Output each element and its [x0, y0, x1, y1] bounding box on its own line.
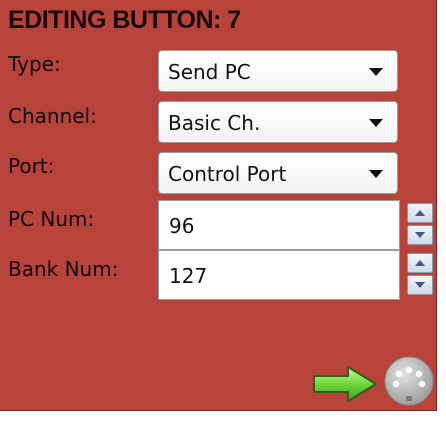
pc-num-decrement-button[interactable]: [407, 225, 433, 245]
midi-port-icon: [384, 356, 434, 406]
pc-num-value: 96: [169, 214, 195, 238]
channel-label: Channel:: [8, 104, 97, 128]
port-label: Port:: [8, 154, 55, 178]
type-dropdown[interactable]: Send PC: [158, 50, 398, 92]
chevron-down-icon: [369, 68, 383, 76]
bank-num-value: 127: [169, 264, 208, 288]
bank-num-increment-button[interactable]: [407, 253, 433, 273]
pc-num-increment-button[interactable]: [407, 203, 433, 223]
bank-num-decrement-button[interactable]: [407, 275, 433, 295]
bank-num-spinner: [407, 253, 435, 297]
panel-title: EDITING BUTTON: 7: [8, 6, 241, 34]
port-dropdown[interactable]: Control Port: [158, 152, 398, 194]
arrow-right-icon[interactable]: [310, 364, 380, 404]
chevron-down-icon: [369, 170, 383, 178]
chevron-down-icon: [369, 119, 383, 127]
channel-dropdown-value: Basic Ch.: [168, 111, 261, 135]
port-dropdown-value: Control Port: [168, 162, 287, 186]
pc-num-field[interactable]: 96: [158, 200, 400, 250]
channel-dropdown[interactable]: Basic Ch.: [158, 101, 398, 143]
pc-num-spinner: [407, 203, 435, 247]
type-label: Type:: [8, 52, 61, 76]
type-dropdown-value: Send PC: [168, 60, 251, 84]
edit-button-panel: EDITING BUTTON: 7 Type: Send PC Channel:…: [0, 0, 437, 411]
bank-num-label: Bank Num:: [8, 257, 119, 281]
window-frame: EDITING BUTTON: 7 Type: Send PC Channel:…: [0, 0, 446, 422]
bank-num-field[interactable]: 127: [158, 250, 400, 300]
pc-num-label: PC Num:: [8, 207, 95, 231]
